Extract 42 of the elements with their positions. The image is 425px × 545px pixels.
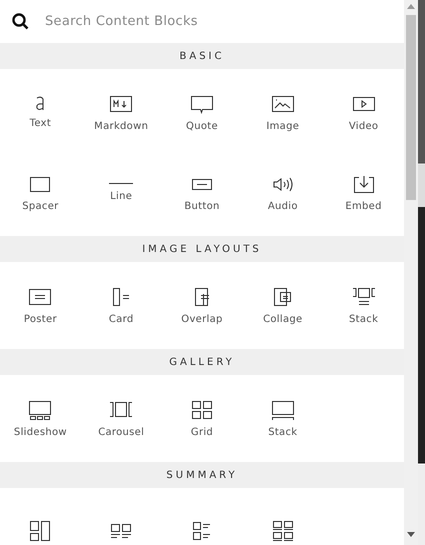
block-label: Button: [184, 200, 220, 212]
block-label: Card: [108, 314, 134, 324]
block-label: Carousel: [98, 426, 144, 438]
content-block-tile[interactable]: Stack: [323, 265, 404, 345]
section-title: BASIC: [180, 50, 224, 62]
block-label: Image: [266, 120, 300, 132]
content-block-tile[interactable]: Text: [0, 72, 81, 152]
content-block-tile[interactable]: Overlap: [162, 265, 242, 345]
block-label: Text: [30, 118, 52, 128]
block-label: Audio: [268, 200, 298, 212]
block-label: Spacer: [22, 200, 59, 212]
section-title: IMAGE LAYOUTS: [142, 244, 262, 254]
content-block-tile[interactable]: Video: [323, 72, 404, 152]
section-title: GALLERY: [169, 356, 235, 368]
section-title: SUMMARY: [166, 470, 238, 480]
block-label: Grid: [190, 426, 214, 438]
block-label: Poster: [24, 314, 57, 324]
block-label: Quote: [186, 120, 218, 132]
content-block-tile[interactable]: Slideshow: [0, 378, 81, 458]
content-block-tile[interactable]: Card: [80, 265, 162, 345]
content-block-tile[interactable]: Line: [80, 152, 162, 232]
content-block-tile[interactable]: Quote: [162, 72, 242, 152]
content-block-tile[interactable]: Poster: [0, 265, 81, 345]
block-label: Slideshow: [14, 426, 67, 438]
content-block-tile[interactable]: Embed: [323, 152, 404, 232]
block-label: Embed: [345, 200, 382, 212]
content-block-tile[interactable]: Audio: [242, 152, 324, 232]
block-label: Collage: [263, 314, 302, 324]
block-label: Stack: [268, 426, 298, 438]
content-block-tile[interactable]: Collage: [242, 265, 324, 345]
content-block-tile[interactable]: Spacer: [0, 152, 81, 232]
block-label: Line: [110, 191, 132, 202]
content-block-tile[interactable]: Grid: [162, 378, 242, 458]
block-label: Overlap: [181, 314, 223, 324]
content-block-tile[interactable]: Markdown: [80, 72, 162, 152]
content-block-tile[interactable]: Stack: [242, 378, 324, 458]
content-block-tile[interactable]: Carousel: [80, 378, 162, 458]
block-label: Video: [348, 120, 378, 132]
content-block-tile[interactable]: Image: [242, 72, 324, 152]
block-label: Markdown: [94, 120, 148, 132]
block-label: Stack: [349, 314, 378, 324]
content-block-tile[interactable]: Button: [162, 152, 242, 232]
